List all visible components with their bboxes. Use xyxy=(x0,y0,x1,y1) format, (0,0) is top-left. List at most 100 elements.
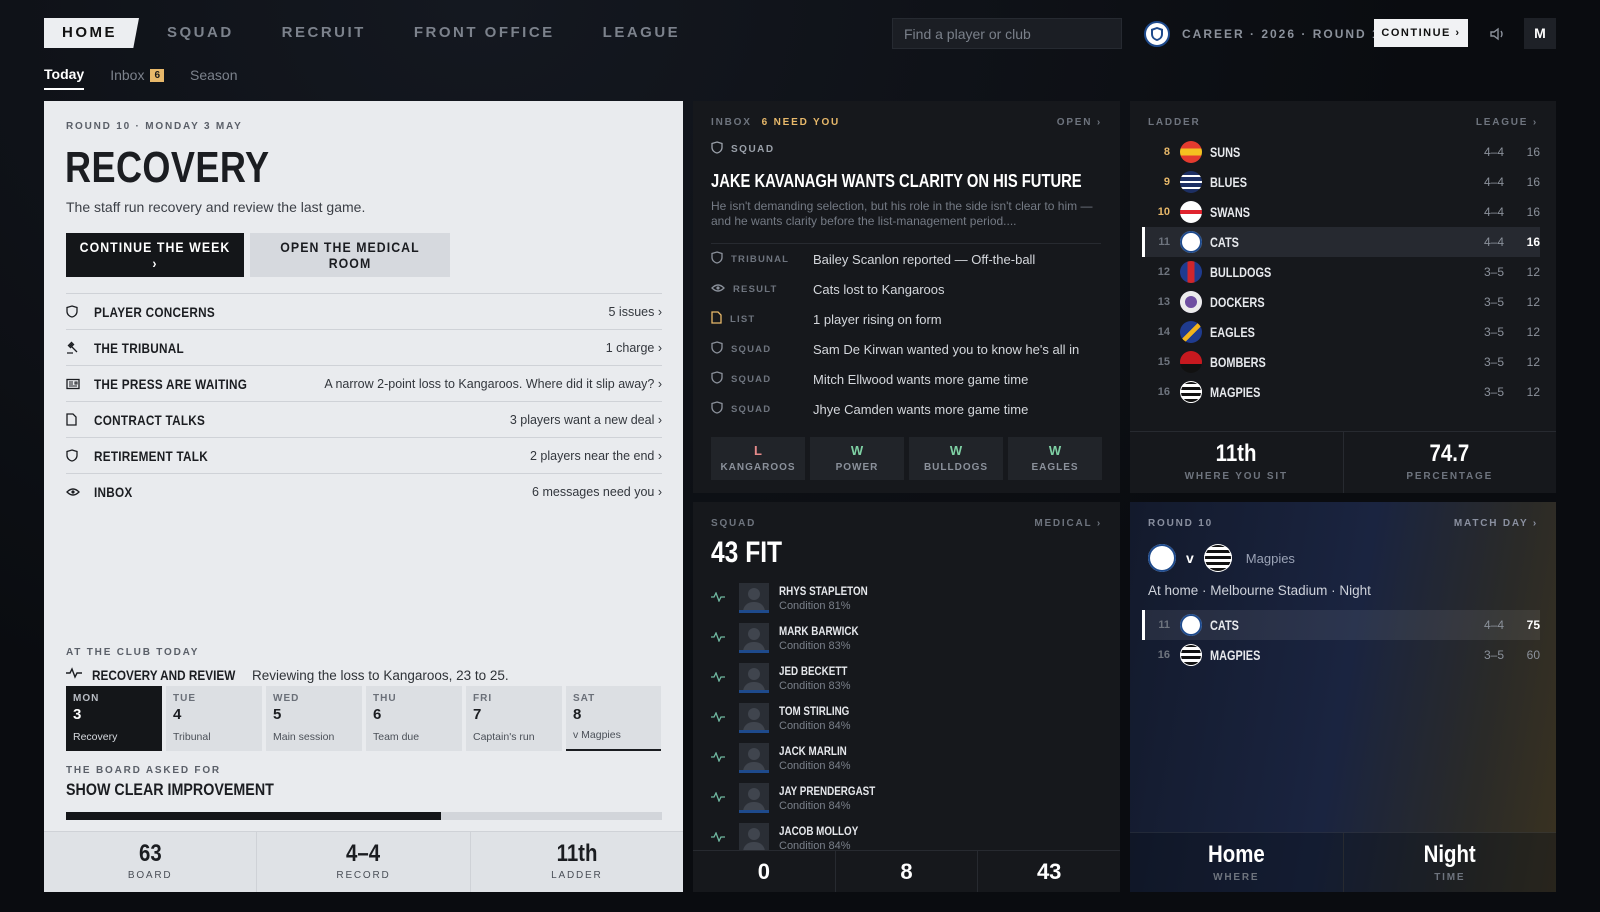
stat-value: 11th xyxy=(1130,440,1343,468)
fit-count-text: 43 FIT xyxy=(711,536,783,569)
win-loss: 3–5 xyxy=(1483,648,1504,662)
ladder-row[interactable]: 11 CATS 4–4 16 xyxy=(1142,227,1540,257)
match-day-link[interactable]: MATCH DAY › xyxy=(1454,518,1538,529)
inbox-open-link[interactable]: OPEN › xyxy=(1057,117,1102,128)
message-text: Bailey Scanlon reported — Off-the-ball xyxy=(813,251,1036,267)
medical-room-button[interactable]: OPEN THE MEDICAL ROOM xyxy=(250,233,450,277)
heartbeat-icon xyxy=(711,829,739,847)
featured-title-text: JAKE KAVANAGH WANTS CLARITY ON HIS FUTUR… xyxy=(711,171,1082,191)
day-event: Main session xyxy=(273,731,335,743)
result-card[interactable]: W BULLDOGS xyxy=(909,437,1003,480)
day-date: 6 xyxy=(373,706,382,723)
player-name: RHYS STAPLETON xyxy=(779,584,887,598)
player-info: JED BECKETT Condition 83% xyxy=(779,664,862,692)
stat-value: Home xyxy=(1130,841,1343,869)
stat-value: Night xyxy=(1344,841,1557,869)
player-condition: Condition 84% xyxy=(779,760,851,772)
issue-row[interactable]: INBOX 6 messages need you › xyxy=(66,473,662,509)
issue-row[interactable]: RETIREMENT TALK 2 players near the end › xyxy=(66,437,662,473)
player-row[interactable]: MARK BARWICK Condition 83% xyxy=(711,618,1101,658)
profile-button[interactable]: M xyxy=(1524,18,1556,49)
ladder-row[interactable]: 14 EAGLES 3–5 12 xyxy=(1142,317,1540,347)
ladder-row[interactable]: 16 MAGPIES 3–5 60 xyxy=(1142,640,1540,670)
stat-label: LADDER xyxy=(551,870,603,881)
issue-value: 3 players want a new deal › xyxy=(509,412,662,427)
board-kicker: THE BOARD ASKED FOR xyxy=(66,765,221,776)
message-row[interactable]: SQUAD Mitch Ellwood wants more game time xyxy=(711,364,1101,394)
search-input[interactable] xyxy=(892,18,1122,49)
result-opponent: BULLDOGS xyxy=(923,462,989,473)
day-card[interactable]: THU 6 Team due xyxy=(366,686,462,751)
ladder-row[interactable]: 11 CATS 4–4 75 xyxy=(1142,610,1540,640)
match-venue: At home · Melbourne Stadium · Night xyxy=(1148,583,1371,598)
message-row[interactable]: SQUAD Jhye Camden wants more game time xyxy=(711,394,1101,424)
day-card[interactable]: WED 5 Main session xyxy=(266,686,362,751)
magpies-crest-icon xyxy=(1180,381,1202,403)
day-card[interactable]: TUE 4 Tribunal xyxy=(166,686,262,751)
player-info: JACOB MOLLOY Condition 84% xyxy=(779,824,876,852)
speaker-icon[interactable] xyxy=(1488,24,1508,44)
player-avatar xyxy=(739,783,769,813)
player-name: JACOB MOLLOY xyxy=(779,824,876,838)
ladder-row[interactable]: 8 SUNS 4–4 16 xyxy=(1142,137,1540,167)
player-row[interactable]: RHYS STAPLETON Condition 81% xyxy=(711,578,1101,618)
tab-season[interactable]: Season xyxy=(190,66,237,90)
ladder-position: 11 xyxy=(1158,236,1170,248)
ladder-row[interactable]: 9 BLUES 4–4 16 xyxy=(1142,167,1540,197)
issue-row[interactable]: CONTRACT TALKS 3 players want a new deal … xyxy=(66,401,662,437)
player-row[interactable]: JAY PRENDERGAST Condition 84% xyxy=(711,778,1101,818)
day-name: SAT xyxy=(573,693,596,704)
message-row[interactable]: SQUAD Sam De Kirwan wanted you to know he… xyxy=(711,334,1101,364)
document-icon xyxy=(711,311,722,327)
ladder-row[interactable]: 16 MAGPIES 3–5 12 xyxy=(1142,377,1540,407)
featured-message-title[interactable]: JAKE KAVANAGH WANTS CLARITY ON HIS FUTUR… xyxy=(711,171,1131,192)
day-card[interactable]: FRI 7 Captain's run xyxy=(466,686,562,751)
team-name: CATS xyxy=(1210,234,1247,250)
ladder-row[interactable]: 10 SWANS 4–4 16 xyxy=(1142,197,1540,227)
ladder-position: 9 xyxy=(1163,176,1170,188)
day-card[interactable]: MON 3 Recovery xyxy=(66,686,162,751)
dockers-crest-icon xyxy=(1180,291,1202,313)
issue-row[interactable]: THE PRESS ARE WAITING A narrow 2-point lo… xyxy=(66,365,662,401)
page-subtitle: The staff run recovery and review the la… xyxy=(66,199,366,215)
ladder-row[interactable]: 12 BULLDOGS 3–5 12 xyxy=(1142,257,1540,287)
issue-label-text: INBOX xyxy=(94,483,133,500)
nav-front-office[interactable]: FRONT OFFICE xyxy=(404,18,565,48)
bulldogs-crest-icon xyxy=(1180,261,1202,283)
day-card[interactable]: SAT 8 v Magpies xyxy=(566,686,661,751)
nav-squad[interactable]: SQUAD xyxy=(157,18,244,48)
match-stats: Home WHERE Night TIME xyxy=(1130,832,1556,892)
nav-recruit[interactable]: RECRUIT xyxy=(272,18,376,48)
day-date: 4 xyxy=(173,706,182,723)
issue-row[interactable]: PLAYER CONCERNS 5 issues › xyxy=(66,293,662,329)
team-name-text: CATS xyxy=(1210,617,1239,633)
result-card[interactable]: W POWER xyxy=(810,437,904,480)
team-name-text: SWANS xyxy=(1210,204,1251,220)
issue-row[interactable]: THE TRIBUNAL 1 charge › xyxy=(66,329,662,365)
continue-button[interactable]: CONTINUE › xyxy=(1374,19,1468,47)
result-card[interactable]: W EAGLES xyxy=(1008,437,1102,480)
points: 60 xyxy=(1526,648,1540,662)
player-row[interactable]: TOM STIRLING Condition 84% xyxy=(711,698,1101,738)
tab-today[interactable]: Today xyxy=(44,66,85,90)
nav-home[interactable]: HOME xyxy=(44,18,139,48)
player-condition: Condition 83% xyxy=(779,640,851,652)
ladder-row[interactable]: 13 DOCKERS 3–5 12 xyxy=(1142,287,1540,317)
player-row[interactable]: JED BECKETT Condition 83% xyxy=(711,658,1101,698)
message-row[interactable]: RESULT Cats lost to Kangaroos xyxy=(711,274,1101,304)
career-indicator: CAREER · 2026 · ROUND 10 xyxy=(1144,18,1389,49)
continue-week-button[interactable]: CONTINUE THE WEEK › xyxy=(66,233,244,277)
medical-link[interactable]: MEDICAL › xyxy=(1034,518,1102,529)
league-link[interactable]: LEAGUE › xyxy=(1476,117,1538,128)
message-row[interactable]: LIST 1 player rising on form xyxy=(711,304,1101,334)
message-row[interactable]: TRIBUNAL Bailey Scanlon reported — Off-th… xyxy=(711,244,1101,274)
today-panel: ROUND 10 · MONDAY 3 MAY RECOVERY The sta… xyxy=(44,101,683,892)
player-row[interactable]: JACK MARLIN Condition 84% xyxy=(711,738,1101,778)
stat-label: WHERE YOU SIT xyxy=(1184,471,1288,482)
result-card[interactable]: L KANGAROOS xyxy=(711,437,805,480)
ladder-row[interactable]: 15 BOMBERS 3–5 12 xyxy=(1142,347,1540,377)
nav-league[interactable]: LEAGUE xyxy=(593,18,691,48)
tab-inbox[interactable]: Inbox 6 xyxy=(110,66,165,90)
stat-value-text: 11th xyxy=(556,840,598,867)
player-list: RHYS STAPLETON Condition 81% MARK BARWICK C… xyxy=(711,578,1101,858)
